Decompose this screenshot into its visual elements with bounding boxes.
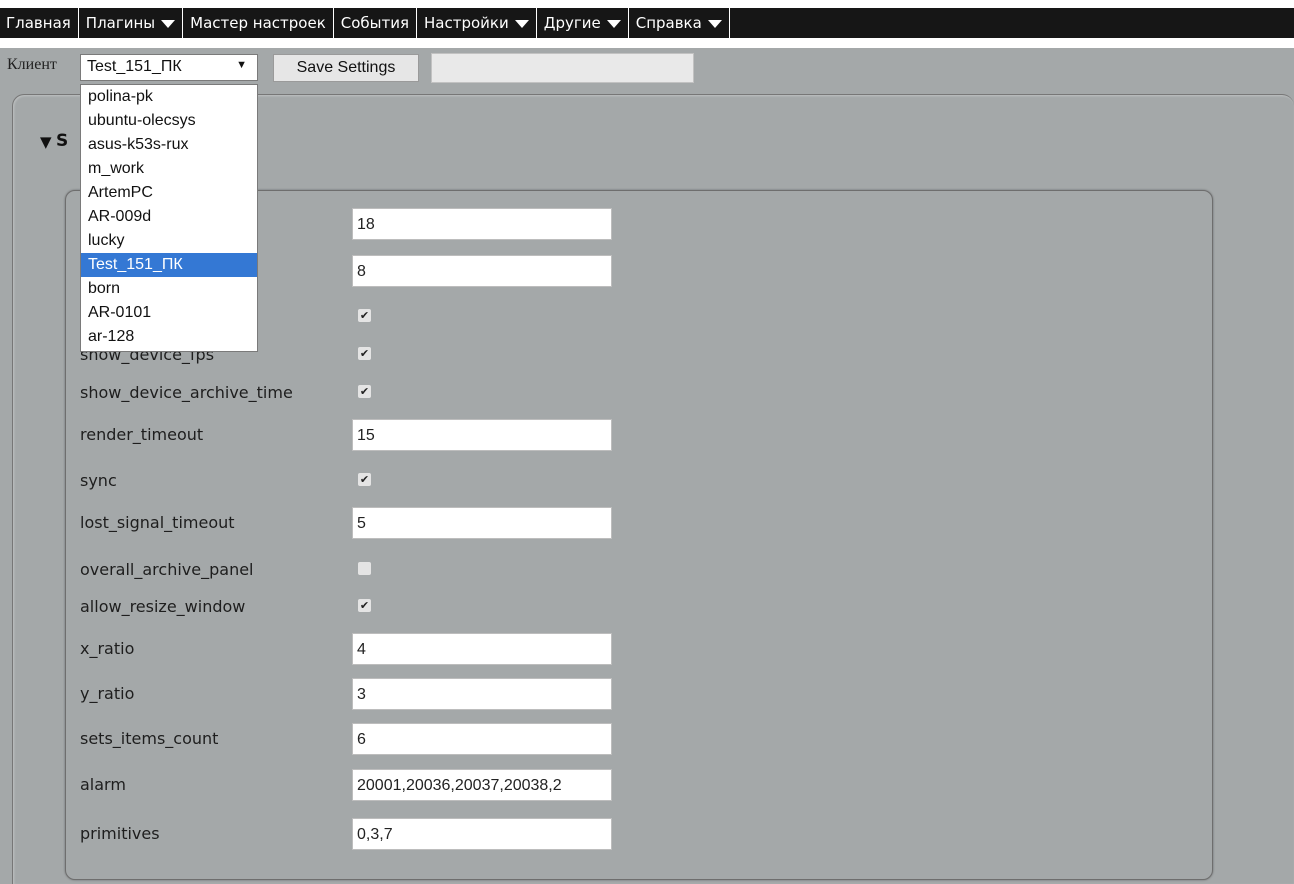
setting-checkbox-checked[interactable]: ✔ xyxy=(358,385,371,398)
setting-input[interactable]: 6 xyxy=(352,723,612,755)
checkmark-icon: ✔ xyxy=(359,347,370,360)
setting-row: sync ✔ xyxy=(66,465,1214,497)
setting-input[interactable]: 0,3,7 xyxy=(352,818,612,850)
client-toolbar: Клиент Test_151_ПК ▼ Save Settings xyxy=(0,48,1294,88)
setting-label: lost_signal_timeout xyxy=(80,513,235,532)
main-menu-bar: Главная Плагины Мастер настроек События Наст… xyxy=(0,8,1294,38)
setting-label: x_ratio xyxy=(80,639,135,658)
setting-checkbox-unchecked[interactable] xyxy=(358,562,371,575)
setting-input[interactable]: 20001,20036,20037,20038,2 xyxy=(352,769,612,801)
nav-item-2[interactable]: Мастер настроек xyxy=(183,8,334,38)
setting-label: render_timeout xyxy=(80,425,204,444)
setting-input[interactable]: 3 xyxy=(352,678,612,710)
client-select[interactable]: Test_151_ПК ▼ xyxy=(80,54,258,81)
setting-label: show_device_archive_time xyxy=(80,383,293,402)
nav-item-label: Настройки xyxy=(424,14,509,32)
dropdown-option[interactable]: ar-128 xyxy=(81,325,257,349)
setting-checkbox-checked[interactable]: ✔ xyxy=(358,473,371,486)
setting-row: primitives 0,3,7 xyxy=(66,818,1214,850)
setting-row: overall_archive_panel xyxy=(66,554,1214,586)
client-dropdown-list[interactable]: polina-pk ubuntu-olecsys asus-k53s-rux m_wo… xyxy=(80,84,258,352)
setting-input[interactable]: 8 xyxy=(352,255,612,287)
setting-checkbox-checked[interactable]: ✔ xyxy=(358,309,371,322)
nav-item-label: Плагины xyxy=(85,14,156,32)
dropdown-option[interactable]: AR-009d xyxy=(81,205,257,229)
nav-item-label: Другие xyxy=(543,14,601,32)
dropdown-option[interactable]: born xyxy=(81,277,257,301)
nav-item-label: Главная xyxy=(6,14,71,32)
dropdown-option[interactable]: Test_151_ПК xyxy=(81,253,257,277)
nav-item-1[interactable]: Плагины xyxy=(79,8,184,38)
setting-input[interactable]: 5 xyxy=(352,507,612,539)
caret-down-icon xyxy=(707,20,722,28)
section-title[interactable]: S xyxy=(56,131,68,151)
setting-row: allow_resize_window ✔ xyxy=(66,591,1214,623)
setting-checkbox-checked[interactable]: ✔ xyxy=(358,347,371,360)
setting-input[interactable]: 4 xyxy=(352,633,612,665)
setting-label: overall_archive_panel xyxy=(80,560,254,579)
setting-input[interactable]: 15 xyxy=(352,419,612,451)
nav-item-0[interactable]: Главная xyxy=(0,8,79,38)
dropdown-option[interactable]: polina-pk xyxy=(81,85,257,109)
setting-label: allow_resize_window xyxy=(80,597,246,616)
setting-label: sets_items_count xyxy=(80,729,219,748)
checkmark-icon: ✔ xyxy=(359,385,370,398)
setting-row: y_ratio 3 xyxy=(66,678,1214,710)
setting-row: sets_items_count 6 xyxy=(66,723,1214,755)
setting-row: alarm 20001,20036,20037,20038,2 xyxy=(66,769,1214,801)
chevron-down-icon: ▼ xyxy=(236,59,247,71)
nav-item-label: Справка xyxy=(635,14,702,32)
dropdown-option[interactable]: ArtemPC xyxy=(81,181,257,205)
setting-label: y_ratio xyxy=(80,684,135,703)
setting-row: lost_signal_timeout 5 xyxy=(66,507,1214,539)
checkmark-icon: ✔ xyxy=(359,473,370,486)
client-select-value: Test_151_ПК xyxy=(87,58,182,75)
dropdown-option[interactable]: m_work xyxy=(81,157,257,181)
dropdown-option[interactable]: lucky xyxy=(81,229,257,253)
nav-item-6[interactable]: Справка xyxy=(629,8,730,38)
status-field xyxy=(431,53,694,83)
client-label: Клиент xyxy=(7,56,57,73)
setting-label: alarm xyxy=(80,775,126,794)
caret-down-icon xyxy=(606,20,621,28)
dropdown-option[interactable]: asus-k53s-rux xyxy=(81,133,257,157)
save-settings-button[interactable]: Save Settings xyxy=(273,54,419,82)
collapse-triangle-icon[interactable]: ▼ xyxy=(40,133,52,151)
nav-item-3[interactable]: События xyxy=(334,8,418,38)
setting-checkbox-checked[interactable]: ✔ xyxy=(358,599,371,612)
top-nav-container: Главная Плагины Мастер настроек События Наст… xyxy=(0,0,1294,48)
caret-down-icon xyxy=(161,20,176,28)
nav-item-label: Мастер настроек xyxy=(190,14,326,32)
setting-row: x_ratio 4 xyxy=(66,633,1214,665)
caret-down-icon xyxy=(514,20,529,28)
setting-label: sync xyxy=(80,471,117,490)
setting-row: show_device_archive_time ✔ xyxy=(66,377,1214,409)
checkmark-icon: ✔ xyxy=(359,599,370,612)
nav-item-4[interactable]: Настройки xyxy=(417,8,537,38)
nav-item-5[interactable]: Другие xyxy=(537,8,629,38)
nav-item-label: События xyxy=(340,14,410,32)
dropdown-option[interactable]: AR-0101 xyxy=(81,301,257,325)
setting-input[interactable]: 18 xyxy=(352,208,612,240)
setting-row: render_timeout 15 xyxy=(66,419,1214,451)
setting-label: primitives xyxy=(80,824,160,843)
dropdown-option[interactable]: ubuntu-olecsys xyxy=(81,109,257,133)
checkmark-icon: ✔ xyxy=(359,309,370,322)
